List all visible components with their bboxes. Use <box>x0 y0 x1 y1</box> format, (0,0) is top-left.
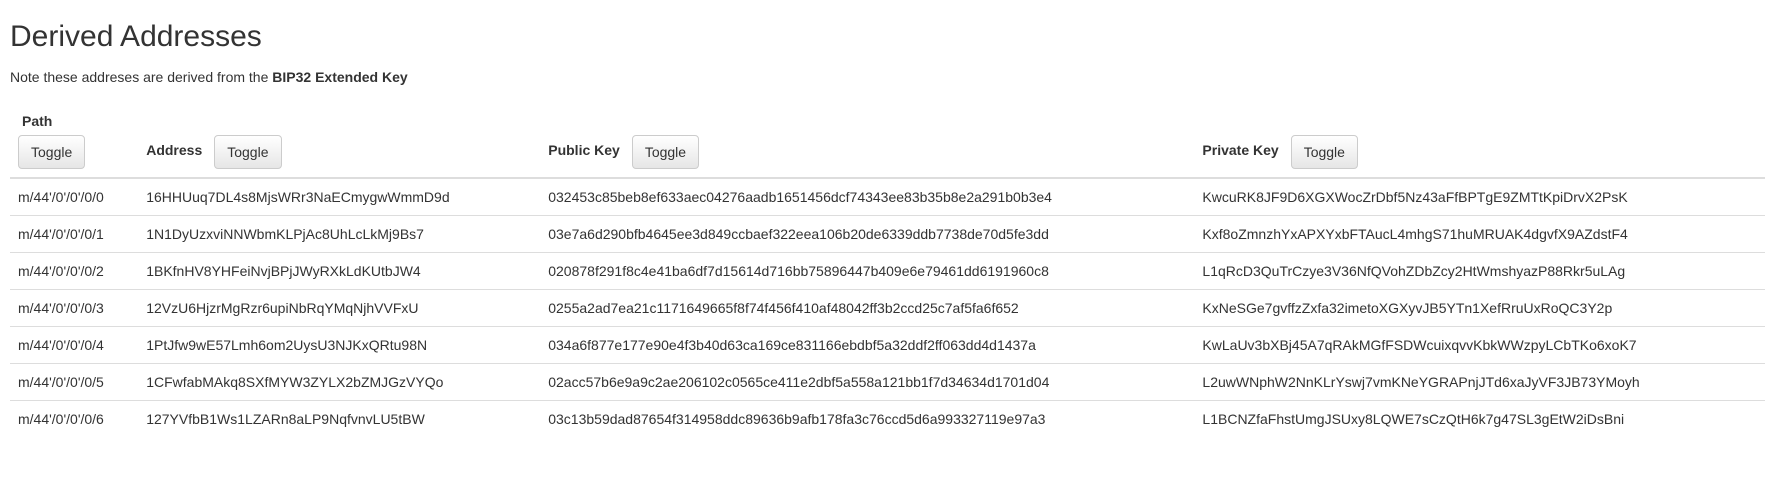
column-header-address: Address Toggle <box>138 105 540 178</box>
table-row: m/44'/0'/0'/0/11N1DyUzxviNNWbmKLPjAc8UhL… <box>10 216 1765 253</box>
table-row: m/44'/0'/0'/0/312VzU6HjzrMgRzr6upiNbRqYM… <box>10 290 1765 327</box>
column-header-path: Path Toggle <box>10 105 138 178</box>
private-key-cell: KxNeSGe7gvffzZxfa32imetoXGXyvJB5YTn1XefR… <box>1194 290 1765 327</box>
address-cell: 12VzU6HjzrMgRzr6upiNbRqYMqNjhVVFxU <box>138 290 540 327</box>
table-row: m/44'/0'/0'/0/41PtJfw9wE57Lmh6om2UysU3NJ… <box>10 327 1765 364</box>
path-label: Path <box>22 113 130 129</box>
toggle-private-key-button[interactable]: Toggle <box>1291 135 1358 169</box>
private-key-cell: L1BCNZfaFhstUmgJSUxy8LQWE7sCzQtH6k7g47SL… <box>1194 401 1765 438</box>
private-key-cell: L1qRcD3QuTrCzye3V36NfQVohZDbZcy2HtWmshya… <box>1194 253 1765 290</box>
path-cell: m/44'/0'/0'/0/0 <box>10 178 138 216</box>
page-title: Derived Addresses <box>10 20 1765 54</box>
public-key-label: Public Key <box>548 142 620 158</box>
note-prefix: Note these addreses are derived from the <box>10 69 272 85</box>
toggle-public-key-button[interactable]: Toggle <box>632 135 699 169</box>
address-cell: 1N1DyUzxviNNWbmKLPjAc8UhLcLkMj9Bs7 <box>138 216 540 253</box>
address-cell: 1BKfnHV8YHFeiNvjBPjJWyRXkLdKUtbJW4 <box>138 253 540 290</box>
toggle-address-button[interactable]: Toggle <box>214 135 281 169</box>
note-text: Note these addreses are derived from the… <box>10 69 1765 85</box>
note-bold: BIP32 Extended Key <box>272 69 407 85</box>
table-row: m/44'/0'/0'/0/6127YVfbB1Ws1LZARn8aLP9Nqf… <box>10 401 1765 438</box>
table-row: m/44'/0'/0'/0/016HHUuq7DL4s8MjsWRr3NaECm… <box>10 178 1765 216</box>
table-row: m/44'/0'/0'/0/21BKfnHV8YHFeiNvjBPjJWyRXk… <box>10 253 1765 290</box>
private-key-cell: Kxf8oZmnzhYxAPXYxbFTAucL4mhgS71huMRUAK4d… <box>1194 216 1765 253</box>
path-cell: m/44'/0'/0'/0/1 <box>10 216 138 253</box>
public-key-cell: 0255a2ad7ea21c1171649665f8f74f456f410af4… <box>540 290 1194 327</box>
public-key-cell: 03e7a6d290bfb4645ee3d849ccbaef322eea106b… <box>540 216 1194 253</box>
address-label: Address <box>146 142 202 158</box>
public-key-cell: 02acc57b6e9a9c2ae206102c0565ce411e2dbf5a… <box>540 364 1194 401</box>
path-cell: m/44'/0'/0'/0/5 <box>10 364 138 401</box>
address-cell: 1CFwfabMAkq8SXfMYW3ZYLX2bZMJGzVYQo <box>138 364 540 401</box>
table-row: m/44'/0'/0'/0/51CFwfabMAkq8SXfMYW3ZYLX2b… <box>10 364 1765 401</box>
column-header-public-key: Public Key Toggle <box>540 105 1194 178</box>
path-cell: m/44'/0'/0'/0/6 <box>10 401 138 438</box>
path-cell: m/44'/0'/0'/0/3 <box>10 290 138 327</box>
toggle-path-button[interactable]: Toggle <box>18 135 85 169</box>
path-cell: m/44'/0'/0'/0/4 <box>10 327 138 364</box>
public-key-cell: 032453c85beb8ef633aec04276aadb1651456dcf… <box>540 178 1194 216</box>
address-cell: 16HHUuq7DL4s8MjsWRr3NaECmygwWmmD9d <box>138 178 540 216</box>
private-key-label: Private Key <box>1202 142 1278 158</box>
public-key-cell: 020878f291f8c4e41ba6df7d15614d716bb75896… <box>540 253 1194 290</box>
private-key-cell: KwcuRK8JF9D6XGXWocZrDbf5Nz43aFfBPTgE9ZMT… <box>1194 178 1765 216</box>
private-key-cell: L2uwWNphW2NnKLrYswj7vmKNeYGRAPnjJTd6xaJy… <box>1194 364 1765 401</box>
column-header-private-key: Private Key Toggle <box>1194 105 1765 178</box>
public-key-cell: 03c13b59dad87654f314958ddc89636b9afb178f… <box>540 401 1194 438</box>
address-cell: 1PtJfw9wE57Lmh6om2UysU3NJKxQRtu98N <box>138 327 540 364</box>
private-key-cell: KwLaUv3bXBj45A7qRAkMGfFSDWcuixqvvKbkWWzp… <box>1194 327 1765 364</box>
public-key-cell: 034a6f877e177e90e4f3b40d63ca169ce831166e… <box>540 327 1194 364</box>
derived-addresses-table: Path Toggle Address Toggle Public Key To… <box>10 105 1765 437</box>
path-cell: m/44'/0'/0'/0/2 <box>10 253 138 290</box>
address-cell: 127YVfbB1Ws1LZARn8aLP9NqfvnvLU5tBW <box>138 401 540 438</box>
